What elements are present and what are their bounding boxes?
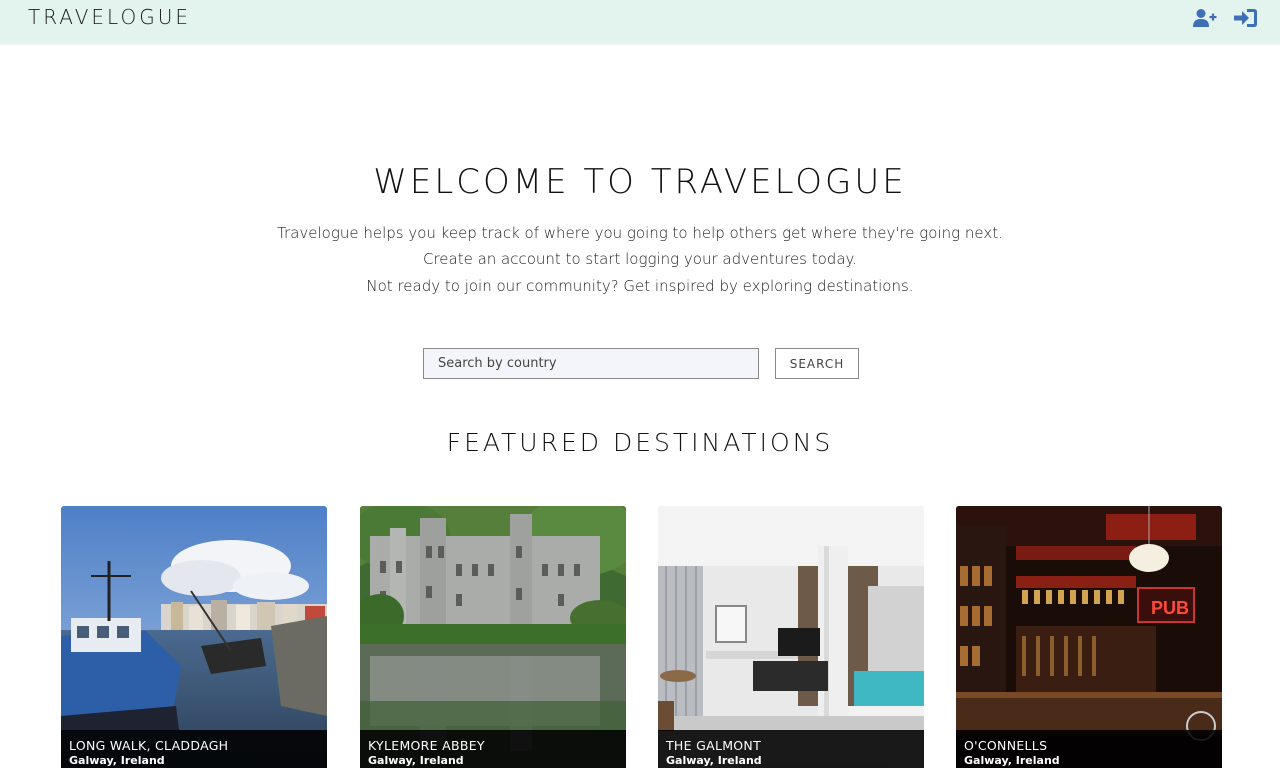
destination-title: LONG WALK, CLADDAGH	[69, 738, 229, 753]
destination-title: KYLEMORE ABBEY	[368, 738, 485, 753]
svg-text:PUB: PUB	[1151, 598, 1189, 618]
user-plus-icon[interactable]	[1193, 8, 1217, 28]
destination-photo	[360, 506, 626, 768]
destination-caption: THE GALMONT Galway, Ireland	[658, 730, 924, 768]
page-title: WELCOME TO TRAVELOGUE	[373, 162, 907, 202]
destination-location: Galway, Ireland	[964, 754, 1060, 767]
top-navbar: TRAVELOGUE	[0, 0, 1280, 44]
destination-location: Galway, Ireland	[666, 754, 762, 767]
sign-in-icon[interactable]	[1234, 8, 1258, 28]
destination-location: Galway, Ireland	[69, 754, 165, 767]
destination-card[interactable]: LONG WALK, CLADDAGH Galway, Ireland	[61, 506, 327, 768]
country-search-input[interactable]	[423, 348, 759, 379]
brand-logo[interactable]: TRAVELOGUE	[28, 5, 191, 29]
intro-text-line-3: Not ready to join our community? Get ins…	[366, 277, 914, 295]
intro-text-line-2: Create an account to start logging your …	[422, 250, 858, 268]
destination-photo: PUB	[956, 506, 1222, 768]
featured-destinations-heading: FEATURED DESTINATIONS	[446, 428, 834, 457]
destination-caption: KYLEMORE ABBEY Galway, Ireland	[360, 730, 626, 768]
search-button[interactable]: SEARCH	[775, 348, 859, 379]
destination-photo	[658, 506, 924, 768]
destination-card[interactable]: PUB O'CONNELLS Galway, Ireland	[956, 506, 1222, 768]
destination-photo	[61, 506, 327, 768]
destination-title: O'CONNELLS	[964, 738, 1048, 753]
destination-caption: O'CONNELLS Galway, Ireland	[956, 730, 1222, 768]
destination-card[interactable]: KYLEMORE ABBEY Galway, Ireland	[360, 506, 626, 768]
destination-title: THE GALMONT	[666, 738, 762, 753]
destination-card[interactable]: THE GALMONT Galway, Ireland	[658, 506, 924, 768]
destination-caption: LONG WALK, CLADDAGH Galway, Ireland	[61, 730, 327, 768]
destination-location: Galway, Ireland	[368, 754, 464, 767]
intro-text-line-1: Travelogue helps you keep track of where…	[277, 224, 1003, 242]
